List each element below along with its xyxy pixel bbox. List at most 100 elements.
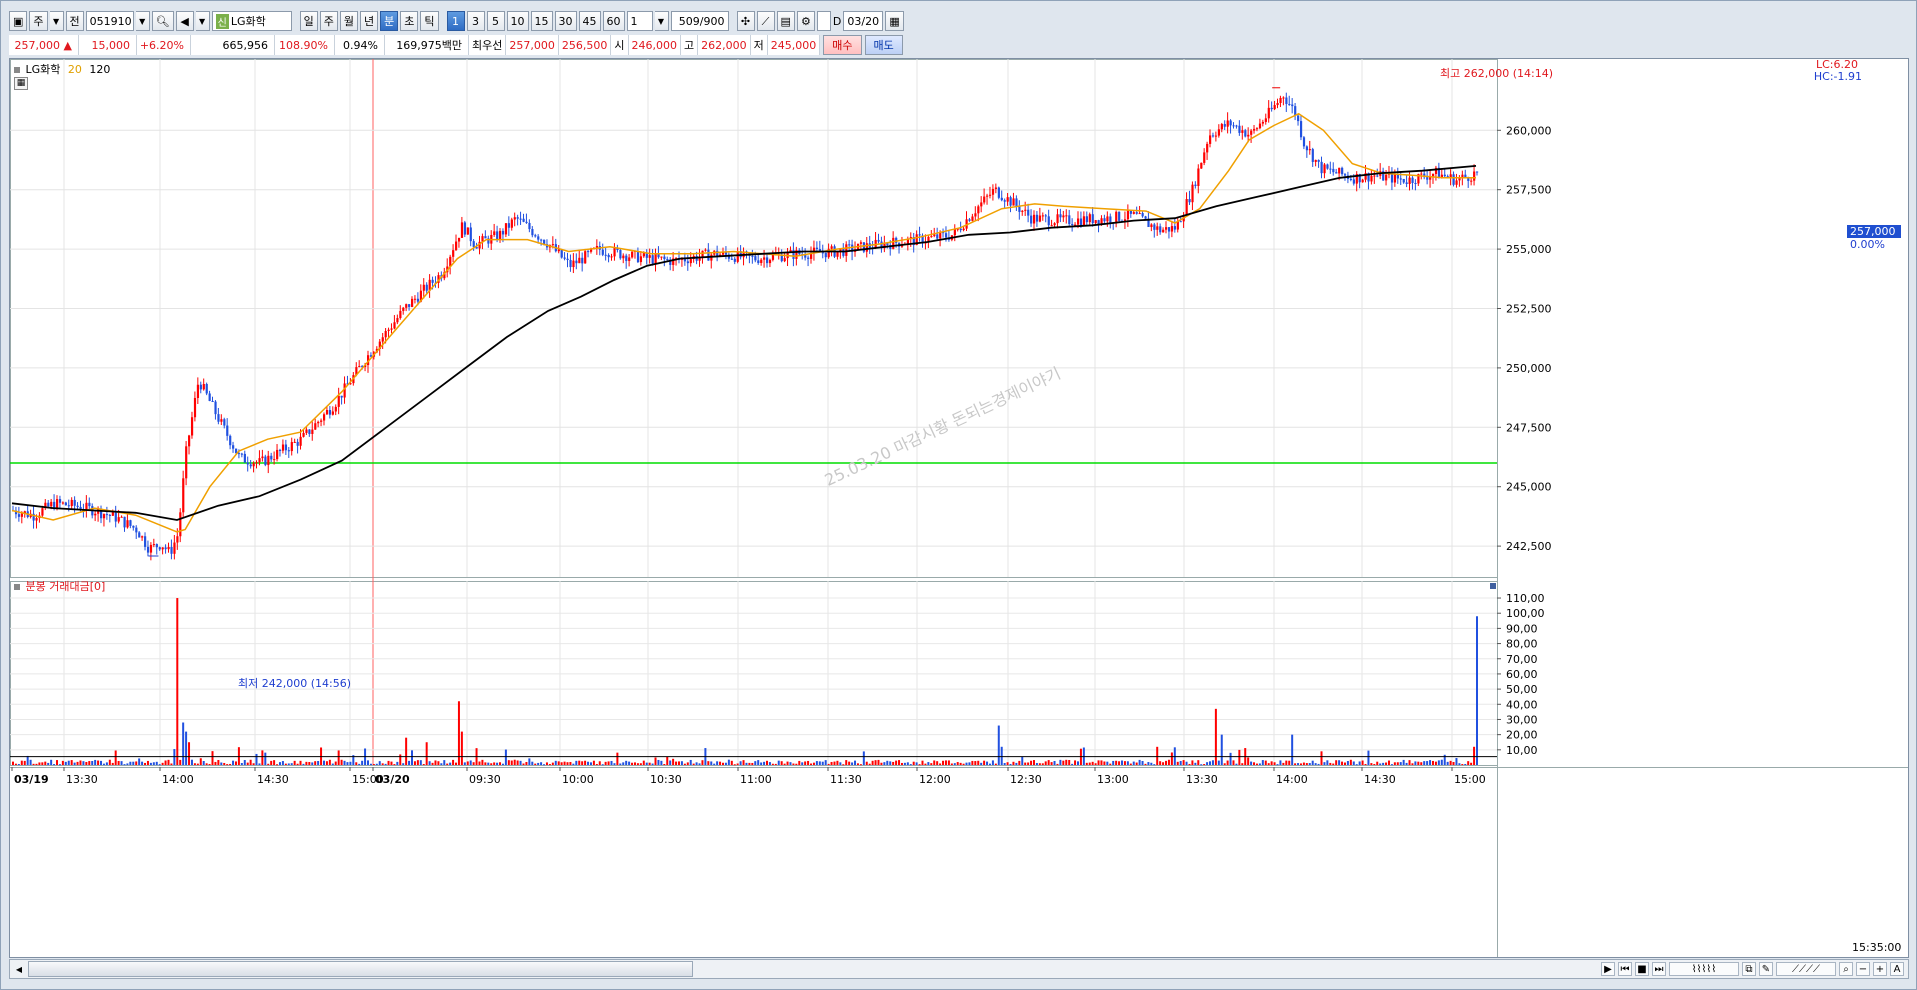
volume-bar — [1170, 752, 1173, 765]
candle-body — [390, 328, 393, 330]
interval-button[interactable]: 3 — [466, 11, 485, 31]
interval-button[interactable]: 15 — [530, 11, 553, 31]
volume-bar — [161, 762, 164, 765]
candle-body — [1420, 173, 1423, 175]
count-field[interactable]: 509/900 — [670, 11, 729, 31]
candle-body — [1455, 180, 1458, 185]
volume-bar — [716, 761, 719, 765]
stop-icon[interactable]: ■ — [1635, 962, 1649, 976]
volume-bar — [1297, 763, 1300, 765]
indicator-button[interactable]: ✣ — [736, 11, 755, 31]
date-input[interactable]: 03/20 — [843, 11, 884, 31]
candle-body — [501, 230, 505, 235]
volume-bar — [281, 761, 284, 765]
play-forward-icon[interactable]: ▶ — [1601, 962, 1615, 976]
period-button[interactable]: 년 — [360, 11, 379, 31]
multiplier-input[interactable]: 1 — [626, 11, 653, 31]
candle-body — [1006, 197, 1009, 202]
zoom-in-icon[interactable]: + — [1873, 962, 1887, 976]
candle-body — [1053, 223, 1056, 226]
scroll-left-icon[interactable]: ◀ — [11, 961, 27, 977]
volume-bar — [839, 762, 842, 765]
period-button[interactable]: 분 — [380, 11, 399, 31]
volume-bar — [1291, 734, 1294, 765]
interval-button[interactable]: 10 — [506, 11, 529, 31]
interval-button[interactable]: 5 — [486, 11, 505, 31]
chevron-down-icon[interactable]: ▼ — [195, 11, 210, 31]
chevron-down-icon[interactable]: ▼ — [49, 11, 64, 31]
draw-tool-icon[interactable]: ✎ — [1759, 962, 1773, 976]
volume-bar — [317, 760, 320, 765]
volume-bar — [252, 763, 255, 765]
zoom-slider[interactable]: ⌇⌇⌇⌇⌇ — [1669, 962, 1739, 976]
candle-body — [105, 514, 109, 516]
stock-code-input[interactable]: 051910 — [85, 11, 134, 31]
stock-name-field[interactable]: 신 LG화학 — [211, 11, 292, 31]
volume-bar — [584, 760, 587, 765]
panel-menu-icon — [1490, 583, 1496, 589]
period-button[interactable]: 월 — [339, 11, 358, 31]
candle-body — [1226, 120, 1229, 127]
settings-button[interactable]: ⚙ — [796, 11, 815, 31]
scroll-thumb[interactable] — [28, 961, 693, 977]
price-volume-chart[interactable]: 242,500 245,000 247,500 250,000 252,500 255,0… — [10, 59, 1908, 957]
horizontal-scrollbar[interactable]: ◀ ▶ ⏮ ■ ⏭ ⌇⌇⌇⌇⌇ ⧉ ✎ ⟋⟋⟋⟋ ⌕ − + A — [9, 959, 1909, 979]
period-button[interactable]: 초 — [400, 11, 419, 31]
period-button[interactable]: 일 — [299, 11, 318, 31]
drawing-tools-icon[interactable]: ⟋⟋⟋⟋ — [1776, 962, 1836, 976]
chart-settings-button[interactable]: ▣ — [9, 11, 28, 31]
volume-bar — [1041, 763, 1044, 765]
calendar-button[interactable]: ▦ — [885, 11, 904, 31]
mode-select[interactable]: 주 — [29, 11, 48, 31]
chevron-down-icon[interactable]: ▼ — [135, 11, 150, 31]
interval-button[interactable]: 1 — [446, 11, 465, 31]
interval-button[interactable]: 60 — [602, 11, 625, 31]
candle-body — [983, 196, 986, 203]
buy-button[interactable]: 매수 — [823, 35, 862, 55]
zoom-out-icon[interactable]: − — [1856, 962, 1870, 976]
volume-bar — [1326, 760, 1329, 765]
gear-icon: ⚙ — [800, 14, 811, 28]
volume-bar — [733, 764, 736, 766]
volume-bar — [499, 762, 502, 765]
interval-group: 1 3 5 10 15 30 45 60 — [446, 11, 625, 31]
table-toggle-icon[interactable]: ▦ — [14, 77, 28, 90]
volume-bar — [1437, 760, 1440, 765]
fast-forward-icon[interactable]: ⏭ — [1652, 962, 1666, 976]
prev-button[interactable]: 전 — [65, 11, 84, 31]
sound-button[interactable]: ◀ — [175, 11, 194, 31]
volume-bar — [1352, 761, 1355, 765]
date-checkbox[interactable] — [816, 11, 831, 31]
save-button[interactable]: ▤ — [776, 11, 795, 31]
interval-button[interactable]: 45 — [578, 11, 601, 31]
font-size-icon[interactable]: A — [1890, 962, 1904, 976]
volume-bar — [660, 760, 663, 765]
candle-body — [1255, 128, 1259, 130]
price-tick-label: 252,500 — [1506, 302, 1552, 315]
volume-bar — [1106, 761, 1109, 765]
candle-body — [859, 242, 863, 244]
candle-body — [1129, 210, 1133, 214]
sell-button[interactable]: 매도 — [864, 35, 903, 55]
chevron-down-icon[interactable]: ▼ — [654, 11, 669, 31]
magnifier-icon[interactable]: ⌕ — [1839, 962, 1853, 976]
search-button[interactable]: 🔍︎ — [151, 11, 174, 31]
volume-bar — [402, 763, 405, 765]
candle-body — [1349, 178, 1353, 180]
candle-body — [132, 525, 135, 528]
volume-tick-label: 70,00 — [1506, 653, 1538, 666]
period-button[interactable]: 틱 — [420, 11, 439, 31]
volume-bar — [619, 763, 622, 765]
rewind-icon[interactable]: ⏮ — [1618, 962, 1632, 976]
volume-tick-label: 10,00 — [1506, 744, 1538, 757]
volume-bar — [886, 760, 889, 765]
candle-body — [991, 188, 995, 195]
line-tool-button[interactable]: ⟋ — [756, 11, 775, 31]
copy-icon[interactable]: ⧉ — [1742, 962, 1756, 976]
interval-button[interactable]: 30 — [554, 11, 577, 31]
volume-tick-label: 50,00 — [1506, 683, 1538, 696]
chart-area[interactable]: 242,500 245,000 247,500 250,000 252,500 255,0… — [9, 58, 1909, 958]
volume-bar — [522, 763, 525, 765]
volume-bar — [953, 763, 956, 765]
period-button[interactable]: 주 — [319, 11, 338, 31]
